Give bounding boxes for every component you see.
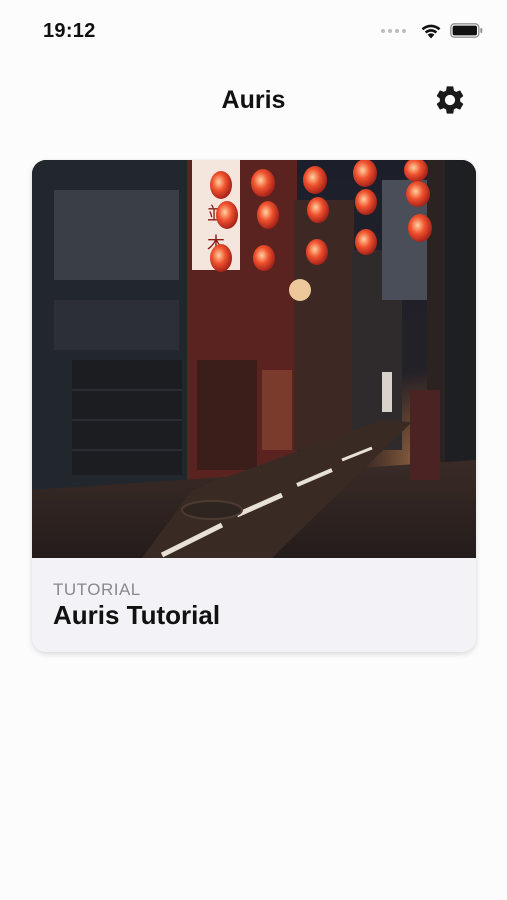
card-kicker: TUTORIAL [53, 580, 141, 599]
navigation-bar: Auris [0, 64, 507, 136]
status-icons [381, 22, 483, 39]
wifi-icon [421, 24, 441, 39]
gear-icon [436, 86, 464, 114]
battery-icon [450, 23, 483, 38]
settings-button[interactable] [430, 80, 470, 120]
status-time: 19:12 [43, 20, 96, 42]
tutorial-card[interactable]: 並 木 TUTORIAL Auris Tutorial [32, 160, 476, 652]
cellular-signal-icon [381, 28, 406, 33]
card-title: Auris Tutorial [53, 600, 221, 630]
card-image: 並 木 [32, 160, 476, 558]
status-bar: 19:12 [0, 0, 507, 64]
card-footer: TUTORIAL Auris Tutorial [32, 558, 476, 652]
